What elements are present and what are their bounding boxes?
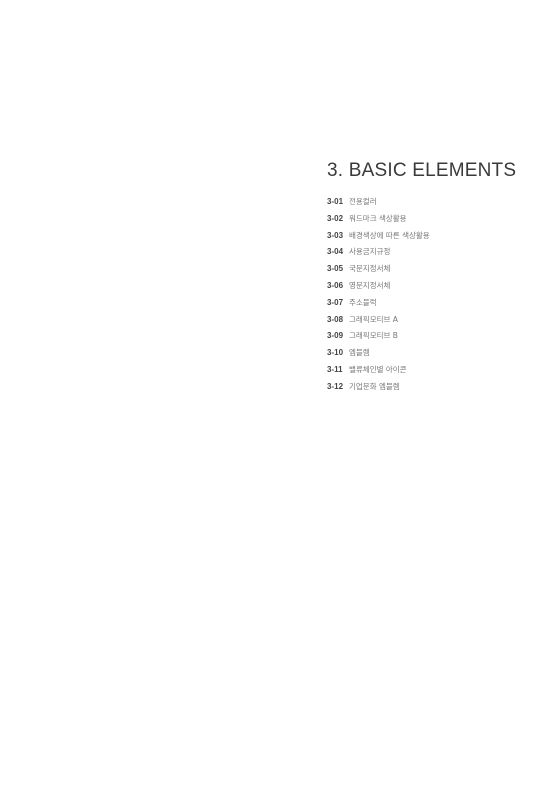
- toc-item: 3-01 전용컬러: [327, 194, 542, 211]
- toc-item: 3-02 워드마크 색상활용: [327, 211, 542, 228]
- toc-item-number: 3-03: [327, 230, 344, 240]
- toc-section: 3. BASIC ELEMENTS 3-01 전용컬러 3-02 워드마크 색상활용…: [327, 160, 542, 396]
- toc-item-number: 3-08: [327, 314, 344, 324]
- toc-item: 3-06 영문지정서체: [327, 278, 542, 295]
- toc-item: 3-10 엠블렘: [327, 345, 542, 362]
- toc-item: 3-03 배경색상에 따른 색상활용: [327, 228, 542, 245]
- toc-item: 3-08 그래픽모티브 A: [327, 312, 542, 329]
- toc-item-number: 3-04: [327, 247, 344, 257]
- toc-item-number: 3-02: [327, 213, 344, 223]
- toc-item: 3-09 그래픽모티브 B: [327, 328, 542, 345]
- toc-item-label: 주소블럭: [349, 297, 377, 307]
- toc-item-label: 국문지정서체: [349, 264, 391, 274]
- toc-item: 3-05 국문지정서체: [327, 261, 542, 278]
- toc-item-number: 3-06: [327, 280, 344, 290]
- toc-item-number: 3-01: [327, 197, 344, 206]
- toc-item: 3-04 사용금지규정: [327, 244, 542, 261]
- toc-item-number: 3-10: [327, 348, 344, 358]
- toc-item-label: 배경색상에 따른 색상활용: [349, 230, 430, 240]
- section-title: 3. BASIC ELEMENTS: [327, 160, 517, 181]
- toc-item-number: 3-09: [327, 331, 344, 341]
- toc-item-label: 그래픽모티브 A: [349, 314, 398, 324]
- toc-item: 3-12 기업문화 엠블렘: [327, 379, 542, 396]
- toc-item: 3-11 밸류체인별 아이콘: [327, 362, 542, 379]
- toc-item-number: 3-05: [327, 264, 344, 274]
- toc-item-label: 그래픽모티브 B: [349, 331, 398, 341]
- toc-item-label: 워드마크 색상활용: [349, 213, 407, 223]
- toc-item: 3-07 주소블럭: [327, 295, 542, 312]
- toc-item-number: 3-07: [327, 297, 344, 307]
- toc-item-label: 전용컬러: [349, 197, 377, 206]
- toc-item-number: 3-12: [327, 381, 344, 391]
- toc-item-label: 사용금지규정: [349, 247, 391, 257]
- toc-item-label: 영문지정서체: [349, 280, 391, 290]
- toc-item-label: 밸류체인별 아이콘: [349, 364, 407, 374]
- toc-item-number: 3-11: [327, 364, 343, 374]
- table-of-contents: 3-01 전용컬러 3-02 워드마크 색상활용 3-03 배경색상에 따른 색상활용…: [327, 194, 542, 396]
- toc-item-label: 기업문화 엠블렘: [349, 381, 400, 391]
- toc-item-label: 엠블렘: [349, 348, 370, 358]
